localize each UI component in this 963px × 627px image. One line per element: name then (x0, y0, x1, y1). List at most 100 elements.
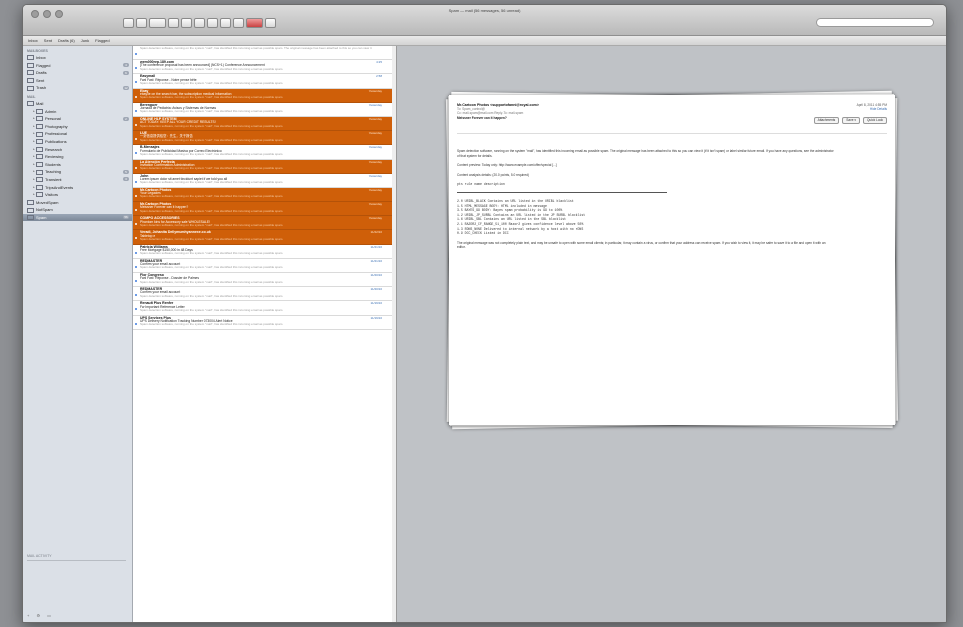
favorite-item[interactable]: Flagged (95, 36, 109, 45)
sidebar-item-movedspam[interactable]: MovedSpam (23, 199, 132, 207)
sidebar-item-professional[interactable]: ▸ Professional (23, 130, 132, 138)
sidebar-item-photography[interactable]: ▸ Photography (23, 123, 132, 131)
message-date: 11/21/10 (370, 258, 382, 263)
message-row[interactable]: wem000rep.189.com [The conference proposa… (133, 60, 396, 75)
message-row[interactable]: Flor Congreso Fwd Fwd: Réponse - Dossier … (133, 273, 396, 288)
message-preview: Spam detection software, running on the … (140, 123, 284, 128)
message-row[interactable]: LUE 一封信息提供给您：先生，关于报告 Spam detection softwa… (133, 131, 396, 146)
unread-dot-icon (135, 322, 137, 325)
sidebar-item-tripsandevents[interactable]: ▸ TripsAndEvents (23, 184, 132, 192)
unread-dot-icon (135, 109, 137, 112)
sidebar-item-trash[interactable]: Trash 12 (23, 84, 132, 92)
get-mail-button[interactable] (123, 18, 134, 28)
message-row[interactable]: REDMASTER Confirm your email account Spam … (133, 259, 396, 273)
sidebar-item-mail[interactable]: Mail (23, 100, 132, 108)
message-row[interactable]: Patricia Williams Free Mortgage $150,000 … (133, 245, 396, 259)
forward-button[interactable] (194, 18, 205, 28)
trash-icon (27, 85, 34, 91)
sidebar-item-admin[interactable]: ▸ Admin (23, 108, 132, 116)
sidebar-item-reviewing[interactable]: ▸ Reviewing (23, 153, 132, 161)
toolbar (123, 18, 276, 28)
scrollbar[interactable] (392, 46, 396, 622)
sidebar-item-personal[interactable]: ▸ Personal 2 (23, 115, 132, 123)
message-preview: Spam detection software, running on the … (140, 95, 284, 100)
flag-button[interactable] (246, 18, 263, 28)
folder-icon (36, 116, 43, 122)
message-row[interactable]: Berenguer Jornada de Pediatría: Avisos y … (133, 103, 396, 117)
sidebar-item-sent[interactable]: Sent (23, 77, 132, 85)
message-row[interactable]: La Atención Perfecta Invitation Confirmat… (133, 159, 396, 174)
attachment-button[interactable]: Attachments (813, 117, 840, 124)
message-date: 11/19/10 (370, 301, 382, 306)
message-row[interactable]: Easymail Fwd Fwd: Réponse - Notre pense b… (133, 74, 396, 89)
message-date: 11/21/10 (370, 244, 382, 249)
message-row[interactable]: UPS Services Plus UPS Delivery Notificati… (133, 316, 396, 330)
sidebar-item-label: Admin (45, 108, 57, 114)
message-row[interactable]: Mr.Cartoon Photos Your Legacies Spam detec… (133, 187, 396, 203)
sidebar-item-label: Visitors (45, 192, 59, 198)
sidebar-item-label: MovedSpam (36, 199, 59, 205)
message-row[interactable]: B-Mensajes Formulario de Publicidad Masiv… (133, 145, 396, 160)
hide-details-link[interactable]: Hide Details (870, 107, 887, 111)
reply-all-button[interactable] (181, 18, 192, 28)
message-row[interactable]: Spam detection software, running on the … (133, 46, 396, 61)
body-paragraph: The original message was not completely … (457, 240, 826, 250)
sidebar-item-label: Spam (36, 214, 47, 220)
message-date: Yesterday (368, 187, 382, 192)
folder-icon (36, 124, 43, 130)
message-date: Yesterday (368, 145, 382, 150)
rule-table: 2.0 URIBL_BLACK Contains an URL listed i… (457, 198, 586, 236)
note-button[interactable] (220, 18, 231, 28)
sidebar-item-label: Photography (45, 123, 68, 129)
sidebar-item-publications[interactable]: ▸ Publications (23, 138, 132, 146)
attachment-button[interactable]: Save ▾ (842, 117, 861, 124)
new-message-button[interactable] (207, 18, 218, 28)
sidebar-item-label: Inbox (36, 55, 46, 60)
search-input[interactable] (816, 18, 934, 27)
sidebar-item-inbox[interactable]: Inbox (23, 54, 132, 62)
reply-button[interactable] (168, 18, 179, 28)
delete-button[interactable] (136, 18, 147, 28)
sidebar-item-label: Drafts (36, 70, 47, 76)
favorite-item[interactable]: Junk (81, 36, 89, 45)
message-row[interactable]: Ebay ebay/le on the search bar, the subsc… (133, 88, 396, 103)
sidebar-item-drafts[interactable]: Drafts 6 (23, 69, 132, 77)
message-row[interactable]: Mr.Cartoon Photos Meissner Forever can it… (133, 202, 396, 217)
mail-window: Spam — mail (56 messages, 56 unread) Inb… (22, 4, 947, 623)
message-header: Mr.Cartoon Photos <supportofanni@royal.c… (457, 103, 887, 129)
unread-dot-icon (135, 223, 137, 226)
message-date: 4:25 (376, 60, 382, 65)
sidebar-bottom-controls[interactable]: + ⚙ ▭ (27, 613, 54, 618)
attachment-button[interactable]: Quick Look (863, 117, 887, 124)
folder-icon (27, 215, 34, 221)
sidebar-item-students[interactable]: ▸ Students (23, 161, 132, 169)
body-paragraph: Content preview: Today only: http://www.… (457, 163, 557, 168)
message-preview: Spam detection software, running on the … (140, 237, 284, 242)
sidebar-item-flagged[interactable]: Flagged 4 (23, 62, 132, 70)
sidebar-item-notspam[interactable]: NotSpam (23, 206, 132, 214)
body-paragraph: Spam detection software, running on the … (457, 149, 834, 158)
message-row[interactable]: John Lorem ipsum dolor sit amet tincidunt… (133, 174, 396, 188)
junk-button[interactable] (149, 18, 166, 28)
sidebar-item-transient[interactable]: ▸ Transient 3 (23, 176, 132, 184)
message-viewer: Mr.Cartoon Photos <supportofanni@royal.c… (397, 46, 946, 622)
message-preview: Spam detection software, running on the … (140, 46, 372, 50)
message-row[interactable]: ONLINE HLP SYSTEM ACT TODAY: KEEP ALL YOU… (133, 116, 396, 132)
favorite-item[interactable]: Sent (44, 36, 52, 45)
sidebar-item-spam[interactable]: Spam 56 (23, 213, 132, 222)
message-row[interactable]: COMPO ACCESSORIES Phantom kins for Access… (133, 216, 396, 231)
favorite-item[interactable]: Inbox (28, 36, 38, 45)
message-row[interactable]: REDMASTER Confirm your email account Spam … (133, 287, 396, 302)
to-do-button[interactable] (233, 18, 244, 28)
favorite-item[interactable]: Drafts (6) (58, 36, 75, 45)
message-row[interactable]: Veradi, Johanita Dellymumhyannexe.co.uk T… (133, 230, 396, 245)
message-row[interactable]: Renault Plus Renfer Fw Important Referenc… (133, 301, 396, 316)
sidebar-item-label: NotSpam (36, 207, 53, 213)
sidebar-item-teaching[interactable]: ▸ Teaching 5 (23, 168, 132, 176)
message-list: Spam detection software, running on the … (133, 46, 397, 622)
print-button[interactable] (265, 18, 276, 28)
sidebar-item-visitors[interactable]: ▸ Visitors (23, 191, 132, 199)
sidebar-item-research[interactable]: ▸ Research (23, 146, 132, 154)
unread-count-badge: 2 (123, 116, 129, 121)
message-preview: Spam detection software, running on the … (140, 80, 284, 85)
